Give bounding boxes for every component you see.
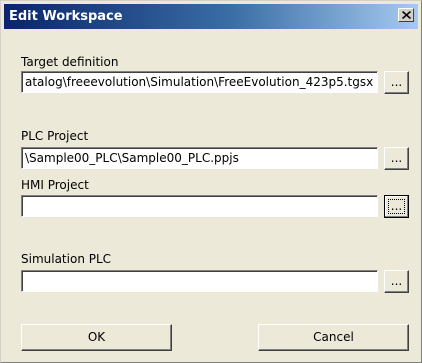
hmi-project-field[interactable] <box>21 195 378 217</box>
target-definition-browse-button[interactable]: ... <box>384 71 409 94</box>
close-icon <box>401 11 411 19</box>
edit-workspace-dialog: Edit Workspace Target definition atalog\… <box>0 0 422 363</box>
plc-project-field[interactable]: \Sample00_PLC\Sample00_PLC.ppjs <box>21 147 378 169</box>
simulation-plc-browse-button[interactable]: ... <box>384 270 409 293</box>
hmi-project-browse-button[interactable]: ... <box>384 195 409 218</box>
simulation-plc-label: Simulation PLC <box>21 252 112 266</box>
target-definition-label: Target definition <box>21 55 119 69</box>
simulation-plc-field[interactable] <box>21 270 378 292</box>
ok-button[interactable]: OK <box>21 324 172 351</box>
target-definition-field[interactable]: atalog\freeevolution\Simulation\FreeEvol… <box>21 71 378 93</box>
close-button[interactable] <box>398 8 414 22</box>
dialog-title: Edit Workspace <box>9 9 123 24</box>
hmi-project-label: HMI Project <box>21 178 89 192</box>
plc-project-browse-button[interactable]: ... <box>384 147 409 170</box>
title-bar[interactable]: Edit Workspace <box>4 4 418 29</box>
cancel-button[interactable]: Cancel <box>258 324 409 351</box>
plc-project-label: PLC Project <box>21 129 89 143</box>
